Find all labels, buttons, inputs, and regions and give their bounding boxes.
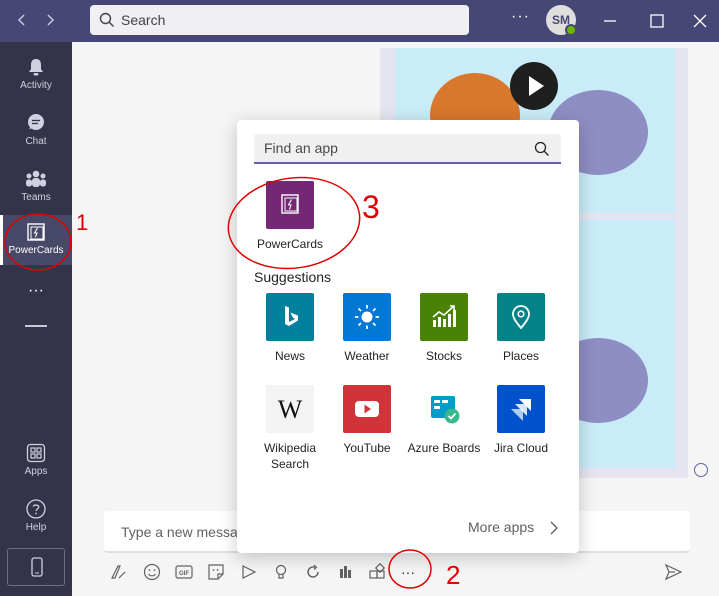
app-rail: Activity Chat Teams PowerCards ··· Apps … — [0, 42, 72, 596]
bing-icon — [266, 293, 314, 341]
chevron-right-icon[interactable] — [548, 520, 560, 541]
rail-more-apps[interactable]: ··· — [0, 282, 72, 308]
app-tile-powercards[interactable]: PowerCards — [251, 181, 329, 252]
app-tile-stocks[interactable]: Stocks — [405, 293, 483, 364]
rail-divider — [25, 325, 47, 327]
app-tile-jira-cloud[interactable]: Jira Cloud — [482, 385, 560, 456]
presence-available-icon — [565, 24, 577, 36]
svg-text:GIF: GIF — [179, 571, 189, 577]
more-options-icon[interactable]: ··· — [511, 8, 530, 26]
app-label-news: News — [274, 349, 305, 363]
app-tile-youtube[interactable]: YouTube — [328, 385, 406, 456]
stocks-chart-icon — [420, 293, 468, 341]
composer-placeholder: Type a new message — [121, 524, 254, 540]
more-tools-button[interactable]: ··· — [397, 561, 419, 583]
powercards-icon — [27, 223, 45, 241]
youtube-play-icon — [343, 385, 391, 433]
teams-icon — [26, 170, 46, 187]
app-label-stocks: Stocks — [425, 349, 462, 363]
device-button[interactable] — [7, 548, 65, 586]
map-pin-icon — [497, 293, 545, 341]
rail-item-chat[interactable]: Chat — [0, 106, 72, 158]
rail-label-help: Help — [25, 522, 47, 533]
minimize-icon[interactable] — [600, 11, 620, 31]
gif-icon[interactable]: GIF — [173, 561, 195, 583]
search-input[interactable]: Search — [90, 5, 469, 35]
rail-item-powercards[interactable]: PowerCards — [0, 215, 72, 265]
rail-label-chat: Chat — [25, 136, 47, 147]
play-button[interactable] — [510, 62, 558, 110]
jira-icon — [497, 385, 545, 433]
play-icon — [529, 76, 544, 96]
approvals-icon[interactable] — [334, 561, 356, 583]
rail-label-apps: Apps — [24, 466, 48, 477]
help-icon — [26, 499, 46, 519]
rail-item-activity[interactable]: Activity — [0, 50, 72, 102]
title-bar: Search ··· SM — [0, 0, 719, 42]
back-arrow-icon[interactable] — [12, 10, 32, 30]
close-icon[interactable] — [690, 11, 710, 31]
rail-label-powercards: PowerCards — [8, 245, 64, 256]
bell-icon — [29, 59, 43, 76]
format-icon[interactable] — [108, 561, 130, 583]
app-tile-news[interactable]: News — [251, 293, 329, 364]
app-label-azure-boards: Azure Boards — [407, 441, 481, 455]
app-label-powercards: PowerCards — [256, 237, 324, 251]
search-placeholder: Search — [121, 12, 166, 28]
apps-icon — [26, 443, 46, 463]
forward-arrow-icon[interactable] — [40, 10, 60, 30]
svg-text:W: W — [278, 395, 303, 424]
rail-item-help[interactable]: Help — [0, 492, 72, 544]
app-label-youtube: YouTube — [343, 441, 391, 455]
send-icon[interactable] — [662, 561, 684, 583]
azure-boards-icon — [420, 385, 468, 433]
search-icon — [533, 140, 551, 163]
suggestions-heading: Suggestions — [254, 269, 332, 285]
app-tile-wikipedia[interactable]: W Wikipedia Search — [251, 385, 329, 472]
sent-check-icon — [694, 463, 708, 477]
app-label-weather: Weather — [344, 349, 390, 363]
maximize-icon[interactable] — [647, 11, 667, 31]
praise-icon[interactable] — [270, 561, 292, 583]
find-app-input[interactable] — [264, 140, 524, 156]
search-icon — [98, 11, 116, 34]
app-tile-azure-boards[interactable]: Azure Boards — [405, 385, 483, 456]
app-flyout: PowerCards Suggestions News Weather Stoc… — [237, 120, 579, 553]
mobile-device-icon — [31, 557, 43, 577]
emoji-icon[interactable] — [141, 561, 163, 583]
app-label-jira-cloud: Jira Cloud — [493, 441, 549, 455]
app-tile-places[interactable]: Places — [482, 293, 560, 364]
rail-label-teams: Teams — [21, 192, 51, 203]
apps-shortcut-icon[interactable] — [366, 561, 388, 583]
chat-icon — [28, 114, 44, 130]
rail-item-apps[interactable]: Apps — [0, 436, 72, 488]
wikipedia-icon: W — [266, 385, 314, 433]
powercards-icon — [266, 181, 314, 229]
sun-icon — [343, 293, 391, 341]
meet-now-icon[interactable] — [238, 561, 260, 583]
more-apps-link[interactable]: More apps — [468, 519, 534, 535]
app-label-wikipedia: Wikipedia Search — [263, 441, 317, 471]
app-tile-weather[interactable]: Weather — [328, 293, 406, 364]
app-label-places: Places — [502, 349, 540, 363]
sticker-icon[interactable] — [205, 561, 227, 583]
find-app-field[interactable] — [254, 134, 561, 164]
rail-label-activity: Activity — [20, 80, 52, 91]
loop-icon[interactable] — [302, 561, 324, 583]
rail-item-teams[interactable]: Teams — [0, 162, 72, 214]
